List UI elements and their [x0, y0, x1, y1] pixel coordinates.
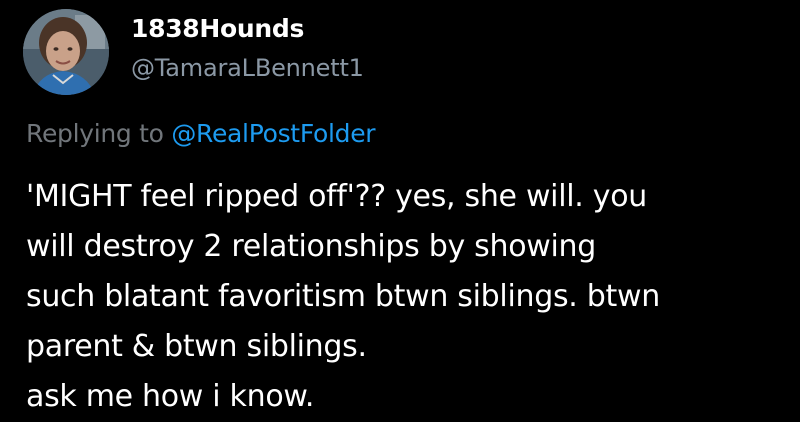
tweet-text-line: ask me how i know.	[26, 379, 315, 414]
tweet-text-line: 'MIGHT feel ripped off'?? yes, she will.…	[26, 179, 647, 214]
replying-to-line: Replying to @RealPostFolder	[26, 119, 376, 148]
tweet-text-line: will destroy 2 relationships by showing	[26, 229, 596, 264]
replying-to-label: Replying to	[26, 119, 164, 148]
tweet-text: 'MIGHT feel ripped off'?? yes, she will.…	[26, 172, 796, 422]
tweet-card: 1838Hounds @TamaraLBennett1 Replying to …	[0, 0, 800, 421]
avatar[interactable]	[23, 9, 109, 95]
tweet-text-line: parent & btwn siblings.	[26, 329, 367, 364]
profile-photo-icon	[23, 9, 109, 95]
display-name[interactable]: 1838Hounds	[131, 14, 304, 43]
reply-target-link[interactable]: @RealPostFolder	[171, 119, 375, 148]
tweet-text-line: such blatant favoritism btwn siblings. b…	[26, 279, 660, 314]
user-handle[interactable]: @TamaraLBennett1	[131, 54, 364, 82]
